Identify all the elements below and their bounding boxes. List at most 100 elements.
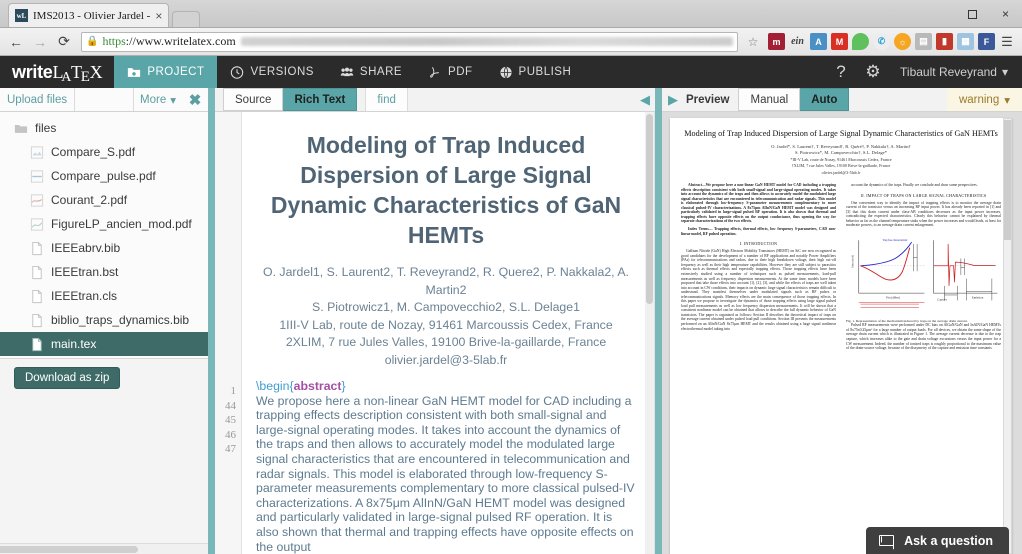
url-scheme: https xyxy=(102,34,126,48)
tab-manual[interactable]: Manual xyxy=(738,88,801,111)
image-icon xyxy=(30,193,44,207)
scrollbar-thumb[interactable] xyxy=(646,114,653,304)
scrollbar-thumb[interactable] xyxy=(0,546,138,553)
maps-icon[interactable]: ▦ xyxy=(957,33,974,50)
expand-preview-icon[interactable]: ▶ xyxy=(662,88,684,111)
nav-share-label: SHARE xyxy=(359,66,403,78)
file-row[interactable]: IEEEtran.bst xyxy=(0,260,208,284)
new-tab-button[interactable] xyxy=(172,11,201,27)
pdf-page[interactable]: Modeling of Trap Induced Dispersion of L… xyxy=(670,118,1012,554)
editor-body: 1 44 45 46 47 Modeling of Trap Induced D… xyxy=(215,112,655,554)
address-bar[interactable]: 🔒 https://www.writelatex.com xyxy=(81,31,738,52)
file-row-selected[interactable]: main.tex xyxy=(0,332,208,356)
file-row[interactable]: IEEEtran.cls xyxy=(0,284,208,308)
sidebar-toolbar: Upload files More ▾ ✖ xyxy=(0,88,208,112)
skype-icon[interactable]: ✆ xyxy=(873,33,890,50)
book-icon[interactable]: ▮ xyxy=(936,33,953,50)
image-icon xyxy=(30,169,44,183)
lock-icon: 🔒 xyxy=(86,35,99,47)
document-title: Modeling of Trap Induced Dispersion of L… xyxy=(270,132,622,248)
more-menu-button[interactable]: More ▾ xyxy=(134,88,182,111)
reload-icon[interactable]: ⟳ xyxy=(53,31,75,53)
warning-dropdown[interactable]: warning ▾ xyxy=(946,88,1022,111)
file-row[interactable]: Compare_pulse.pdf xyxy=(0,164,208,188)
browser-tab-title: IMS2013 - Olivier Jardel - xyxy=(33,9,151,22)
sidebar-toolbar-spacer xyxy=(75,88,135,111)
bookmark-star-icon[interactable]: ☆ xyxy=(744,35,762,49)
folder-row-files[interactable]: files xyxy=(0,116,208,140)
figure-annotation-emission: Emission xyxy=(972,296,984,300)
writelatex-logo[interactable]: write LATEX xyxy=(0,56,114,88)
file-row[interactable]: Courant_2.pdf xyxy=(0,188,208,212)
browser-menu-icon[interactable]: ☰ xyxy=(997,34,1017,50)
rich-text-editor-surface[interactable]: Modeling of Trap Induced Dispersion of L… xyxy=(241,112,655,554)
nav-publish[interactable]: PUBLISH xyxy=(486,56,585,88)
window-close-button[interactable]: × xyxy=(989,0,1022,28)
sidebar-horizontal-scrollbar[interactable] xyxy=(0,543,208,554)
facebook-icon[interactable]: F xyxy=(978,33,995,50)
find-button[interactable]: find xyxy=(365,88,408,111)
nav-pdf[interactable]: PDF xyxy=(415,56,486,88)
latex-brace-close: } xyxy=(341,379,346,393)
editor-toolbar-filler xyxy=(407,88,635,111)
file-label: IEEEtran.cls xyxy=(51,289,118,303)
folder-icon xyxy=(14,124,28,133)
ask-a-question-button[interactable]: Ask a question xyxy=(866,527,1009,554)
trap-mechanism-figure: Idso (mA) Pin (dBm) Trap free characteri… xyxy=(850,239,998,309)
pdf-column-left: Abstract—We propose here a non-linear Ga… xyxy=(681,183,836,354)
author-email: olivier.jardel@3-5lab.fr xyxy=(384,352,508,367)
back-icon[interactable]: ← xyxy=(5,31,27,53)
folder-label: files xyxy=(35,121,57,135)
ein-icon[interactable]: ein xyxy=(789,33,806,50)
logo-a: A xyxy=(61,69,72,85)
authors-line-1: O. Jardel1, S. Laurent2, T. Reveyrand2, … xyxy=(263,265,629,297)
pdf-authors: O. Jardel*, S. Laurent†, T. Reveyrand†, … xyxy=(681,144,1001,176)
tab-source[interactable]: Source xyxy=(223,88,284,111)
file-label: FigureLP_ancien_mod.pdf xyxy=(51,217,192,231)
file-icon xyxy=(32,289,42,303)
pdf-paragraph: One convenient way to identify the impac… xyxy=(846,200,1001,228)
file-row[interactable]: FigureLP_ancien_mod.pdf xyxy=(0,212,208,236)
tab-auto[interactable]: Auto xyxy=(800,88,850,111)
close-icon[interactable]: × xyxy=(155,10,162,22)
translate-icon[interactable]: A xyxy=(810,33,827,50)
user-menu[interactable]: Tibault Reveyrand ▾ xyxy=(890,65,1012,79)
nav-versions[interactable]: VERSIONS xyxy=(217,56,326,88)
file-row[interactable]: IEEEabrv.bib xyxy=(0,236,208,260)
help-button[interactable]: ? xyxy=(826,56,856,88)
preview-vertical-scrollbar[interactable] xyxy=(1003,118,1012,554)
upload-files-button[interactable]: Upload files xyxy=(0,88,76,111)
scrollbar-thumb[interactable] xyxy=(1004,120,1011,240)
authors-line-2: S. Piotrowicz1, M. Campovecchio2, S.L. D… xyxy=(312,300,580,314)
editor-vertical-scrollbar[interactable] xyxy=(645,112,654,554)
editor-toolbar: Source Rich Text find ◀ xyxy=(215,88,655,112)
tab-rich-text[interactable]: Rich Text xyxy=(283,88,358,111)
maximize-button[interactable] xyxy=(956,0,989,28)
file-label: Courant_2.pdf xyxy=(51,193,128,207)
mendeley-icon[interactable]: m xyxy=(768,33,785,50)
sidebar-editor-divider[interactable] xyxy=(208,88,215,554)
browser-tab[interactable]: wL IMS2013 - Olivier Jardel - × xyxy=(8,3,170,27)
weather-icon[interactable]: ☼ xyxy=(894,33,911,50)
line-number: 47 xyxy=(225,443,236,456)
editor-preview-divider[interactable] xyxy=(655,88,662,554)
gear-icon[interactable]: ⚙ xyxy=(858,56,888,88)
close-sidebar-icon[interactable]: ✖ xyxy=(182,88,208,111)
app-header-right: ? ⚙ Tibault Reveyrand ▾ xyxy=(826,56,1022,88)
collapse-editor-icon[interactable]: ◀ xyxy=(635,88,655,111)
gmail-icon[interactable]: M xyxy=(831,33,848,50)
file-row[interactable]: Compare_S.pdf xyxy=(0,140,208,164)
pdf-email: olivier.jardel@3-5lab.fr xyxy=(821,169,861,175)
url-redacted-path xyxy=(240,37,733,46)
nav-project[interactable]: PROJECT xyxy=(114,56,218,88)
download-as-zip-button[interactable]: Download as zip xyxy=(14,367,121,389)
nav-versions-label: VERSIONS xyxy=(250,66,314,78)
figure-y-label: Idso (mA) xyxy=(850,255,854,268)
file-row[interactable]: biblio_traps_dynamics.bib xyxy=(0,308,208,332)
ask-a-question-label: Ask a question xyxy=(904,533,993,548)
forward-icon[interactable]: → xyxy=(29,31,51,53)
news-icon[interactable]: ▤ xyxy=(915,33,932,50)
line-number: 1 xyxy=(230,385,237,397)
evernote-icon[interactable] xyxy=(852,33,869,50)
nav-share[interactable]: SHARE xyxy=(327,56,415,88)
